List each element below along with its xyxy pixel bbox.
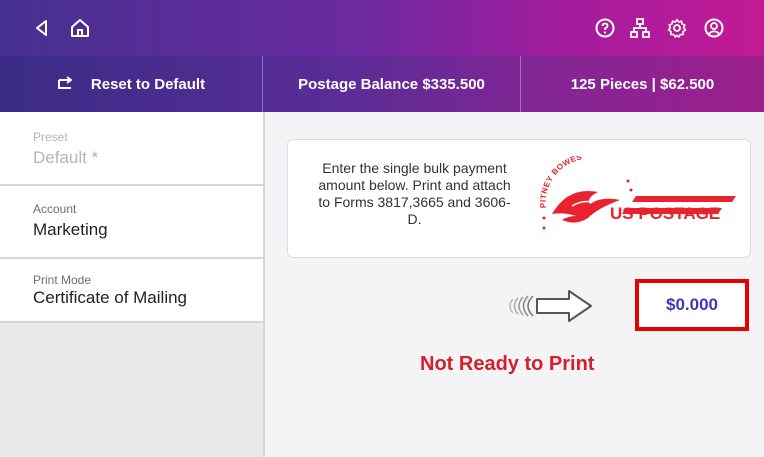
postage-amount-value: $0.000 (666, 295, 718, 314)
postage-amount-field[interactable]: $0.000 (635, 279, 749, 331)
sidebar-item-preset: Preset Default * (0, 112, 263, 186)
insert-arrow-icon (501, 288, 601, 329)
back-icon[interactable] (28, 14, 56, 42)
pieces-summary[interactable]: 125 Pieces | $62.500 (521, 56, 764, 112)
home-icon[interactable] (66, 14, 94, 42)
instruction-card: Enter the single bulk payment amount bel… (287, 139, 751, 258)
status-bar: Reset to Default Postage Balance $335.50… (0, 56, 764, 112)
top-bar (0, 0, 764, 56)
print-mode-label: Print Mode (33, 273, 92, 287)
account-value: Marketing (33, 220, 108, 239)
reset-label: Reset to Default (90, 75, 206, 93)
settings-icon[interactable] (663, 14, 691, 42)
print-status-message: Not Ready to Print (420, 353, 595, 375)
network-icon[interactable] (626, 14, 654, 42)
preset-label: Preset (33, 130, 68, 144)
sidebar-item-print-mode[interactable]: Print Mode Certificate of Mailing (0, 259, 263, 323)
postage-balance[interactable]: Postage Balance $335.500 (263, 56, 520, 112)
stamp-graphic: PITNEY BOWES (539, 152, 736, 230)
instruction-text: Enter the single bulk payment amount bel… (318, 160, 511, 227)
print-mode-value: Certificate of Mailing (33, 288, 188, 307)
sidebar-item-account[interactable]: Account Marketing (0, 186, 263, 259)
sidebar: Preset Default * Account Marketing Print… (0, 112, 265, 457)
main-panel: Enter the single bulk payment amount bel… (265, 112, 764, 457)
pitney-bowes-stamp-logo: PITNEY BOWES US POSTAGE (528, 152, 743, 241)
preset-value: Default * (33, 148, 99, 167)
reset-to-default-button[interactable]: Reset to Default (0, 56, 262, 112)
stamp-postage-text: US POSTAGE (610, 204, 721, 223)
reset-icon (57, 76, 75, 92)
help-icon[interactable] (591, 14, 619, 42)
account-label: Account (33, 202, 77, 216)
account-icon[interactable] (700, 14, 728, 42)
